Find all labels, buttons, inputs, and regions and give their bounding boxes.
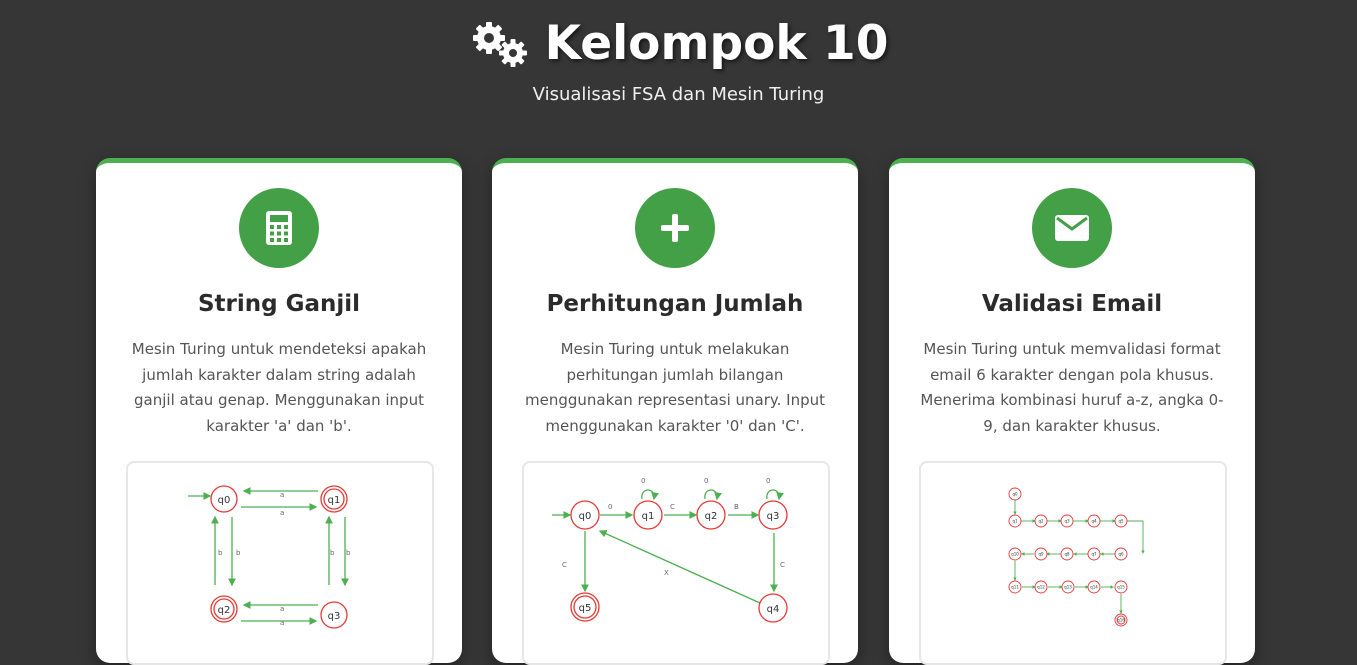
page-subtitle: Visualisasi FSA dan Mesin Turing bbox=[532, 84, 825, 105]
state-label: q9 bbox=[1038, 552, 1044, 557]
state-label: q5 bbox=[1118, 519, 1124, 524]
state-label: q14 bbox=[1090, 585, 1098, 590]
state-label: q15 bbox=[1117, 585, 1125, 590]
state-label: q1 bbox=[642, 511, 655, 522]
edge-label: 0 bbox=[608, 503, 612, 511]
edge-label: C bbox=[670, 503, 675, 511]
state-label: q2 bbox=[1038, 519, 1044, 524]
edge-label: B bbox=[734, 503, 739, 511]
state-label: q8 bbox=[1064, 552, 1070, 557]
calculator-icon-badge bbox=[239, 188, 319, 268]
edge-label: b bbox=[330, 549, 335, 557]
edge-label: b bbox=[346, 549, 351, 557]
edge-label: C bbox=[780, 561, 785, 569]
state-label: q5 bbox=[579, 603, 592, 614]
state-label: q4 bbox=[1091, 519, 1097, 524]
state-label: q0 bbox=[1012, 492, 1018, 497]
edge-label: 0 bbox=[766, 477, 770, 485]
envelope-icon-badge bbox=[1032, 188, 1112, 268]
card-perhitungan-jumlah[interactable]: Perhitungan Jumlah Mesin Turing untuk me… bbox=[492, 158, 858, 665]
card-title: Perhitungan Jumlah bbox=[546, 291, 804, 317]
plus-icon-badge bbox=[635, 188, 715, 268]
card-validasi-email[interactable]: Validasi Email Mesin Turing untuk memval… bbox=[889, 158, 1255, 665]
state-label: q16 bbox=[1117, 618, 1125, 623]
edge-label: a bbox=[280, 509, 284, 517]
state-label: q3 bbox=[767, 511, 780, 522]
state-label: q12 bbox=[1037, 585, 1045, 590]
state-label: q7 bbox=[1091, 552, 1097, 557]
envelope-icon bbox=[1055, 215, 1089, 241]
state-label: q0 bbox=[218, 495, 231, 506]
edge-label: b bbox=[236, 549, 241, 557]
edge-label: b bbox=[218, 549, 223, 557]
edge-label: 0 bbox=[704, 477, 708, 485]
fsa-diagram-string-ganjil: a a b b b b a a q0 q1 q2 q3 bbox=[126, 461, 434, 665]
gears-icon bbox=[472, 22, 527, 67]
state-label: q1 bbox=[1012, 519, 1018, 524]
state-label: q13 bbox=[1064, 585, 1072, 590]
edge-label: a bbox=[280, 605, 284, 613]
calculator-icon bbox=[266, 211, 292, 245]
edge-label: X bbox=[664, 569, 669, 577]
card-title: String Ganjil bbox=[197, 291, 361, 317]
edge-label: a bbox=[280, 491, 284, 499]
state-label: q3 bbox=[1064, 519, 1070, 524]
state-label: q2 bbox=[218, 605, 231, 616]
edge-label: a bbox=[280, 619, 284, 627]
fsa-diagram-validasi-email: q0 q1 q2 q3 q4 q5 q6 q7 q8 q9 q10 q11 q1… bbox=[919, 461, 1227, 665]
state-label: q3 bbox=[328, 611, 341, 622]
card-string-ganjil[interactable]: String Ganjil Mesin Turing untuk mendete… bbox=[96, 158, 462, 665]
state-label: q1 bbox=[328, 495, 341, 506]
fsa-diagram-perhitungan-jumlah: 0 C B 0 0 0 C C X q0 q1 q2 q3 q4 q5 bbox=[522, 461, 830, 665]
card-title: Validasi Email bbox=[981, 291, 1163, 317]
state-label: q11 bbox=[1011, 585, 1019, 590]
card-description: Mesin Turing untuk memvalidasi format em… bbox=[920, 340, 1224, 435]
state-label: q6 bbox=[1118, 552, 1124, 557]
state-label: q0 bbox=[579, 511, 592, 522]
state-label: q10 bbox=[1011, 552, 1019, 557]
page-title: Kelompok 10 bbox=[544, 16, 889, 71]
edge-label: 0 bbox=[641, 477, 645, 485]
state-label: q4 bbox=[767, 604, 780, 615]
state-label: q2 bbox=[705, 511, 718, 522]
card-description: Mesin Turing untuk melakukan perhitungan… bbox=[525, 340, 825, 435]
card-description: Mesin Turing untuk mendeteksi apakah jum… bbox=[131, 340, 427, 435]
plus-icon bbox=[661, 214, 689, 242]
edge-label: C bbox=[562, 561, 567, 569]
